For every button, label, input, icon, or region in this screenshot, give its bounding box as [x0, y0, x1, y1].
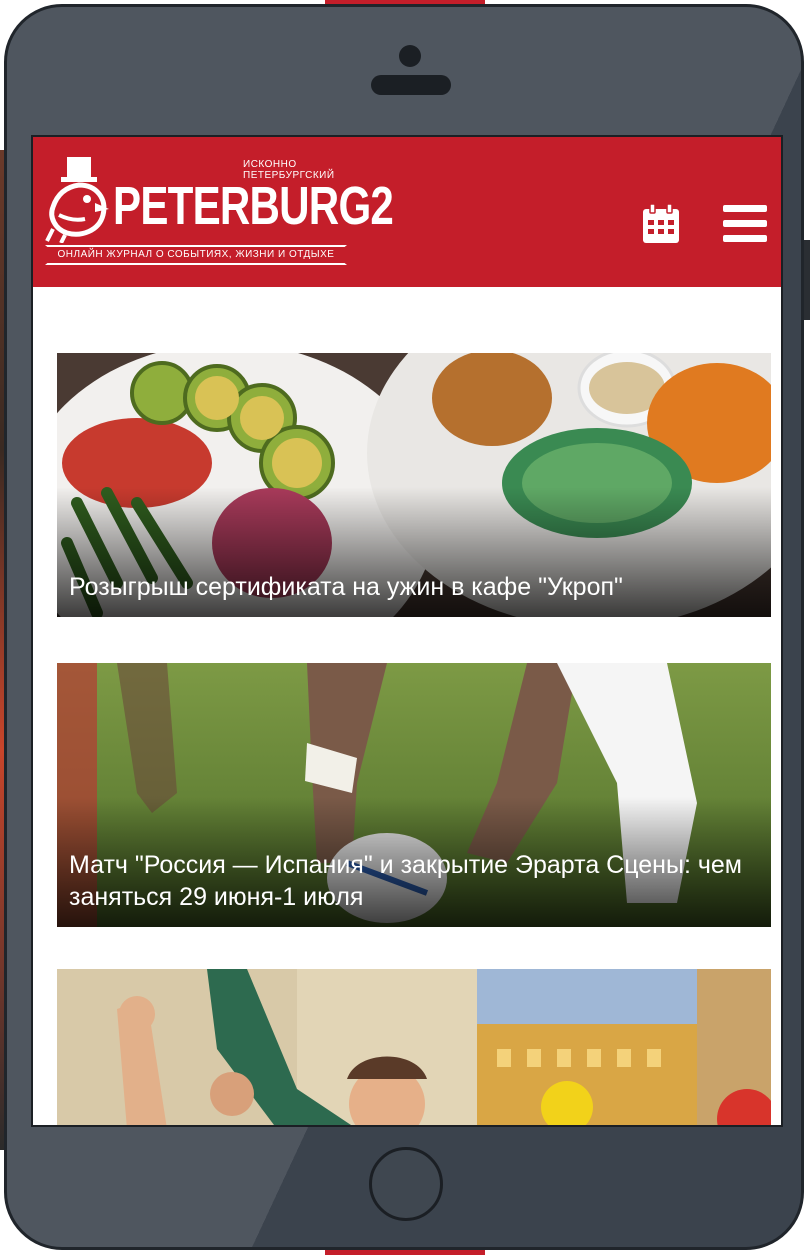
background-accent-bottom [325, 1250, 485, 1255]
menu-icon-bar [723, 205, 767, 212]
menu-icon-bar [723, 220, 767, 227]
front-camera [399, 45, 421, 67]
hamburger-menu-button[interactable] [723, 205, 767, 243]
site-logo[interactable]: ИСКОННО ПЕТЕРБУРГСКИЙ PETERBURG2 ОНЛАЙН … [45, 153, 394, 268]
phone-frame: ИСКОННО ПЕТЕРБУРГСКИЙ PETERBURG2 ОНЛАЙН … [4, 4, 804, 1250]
article-card[interactable]: Матч "Россия — Испания" и закрытие Эрарт… [57, 663, 771, 927]
fans-photo [57, 969, 771, 1125]
logo-wordmark: PETERBURG2 [113, 176, 394, 236]
site-header: ИСКОННО ПЕТЕРБУРГСКИЙ PETERBURG2 ОНЛАЙН … [33, 137, 781, 287]
article-title[interactable]: Розыгрыш сертификата на ужин в кафе "Укр… [69, 571, 757, 603]
article-card[interactable] [57, 969, 771, 1125]
phone-screen: ИСКОННО ПЕТЕРБУРГСКИЙ PETERBURG2 ОНЛАЙН … [31, 135, 783, 1127]
phone-speaker [371, 75, 451, 95]
home-button[interactable] [369, 1147, 443, 1221]
article-title[interactable]: Матч "Россия — Испания" и закрытие Эрарт… [69, 849, 757, 913]
bird-mascot-icon [45, 157, 109, 243]
calendar-button[interactable] [641, 203, 681, 245]
logo-tagline-bottom: ОНЛАЙН ЖУРНАЛ О СОБЫТИЯХ, ЖИЗНИ И ОТДЫХЕ [57, 249, 335, 260]
menu-icon-bar [723, 235, 767, 242]
article-card[interactable]: Розыгрыш сертификата на ужин в кафе "Укр… [57, 353, 771, 617]
calendar-icon [643, 203, 679, 243]
